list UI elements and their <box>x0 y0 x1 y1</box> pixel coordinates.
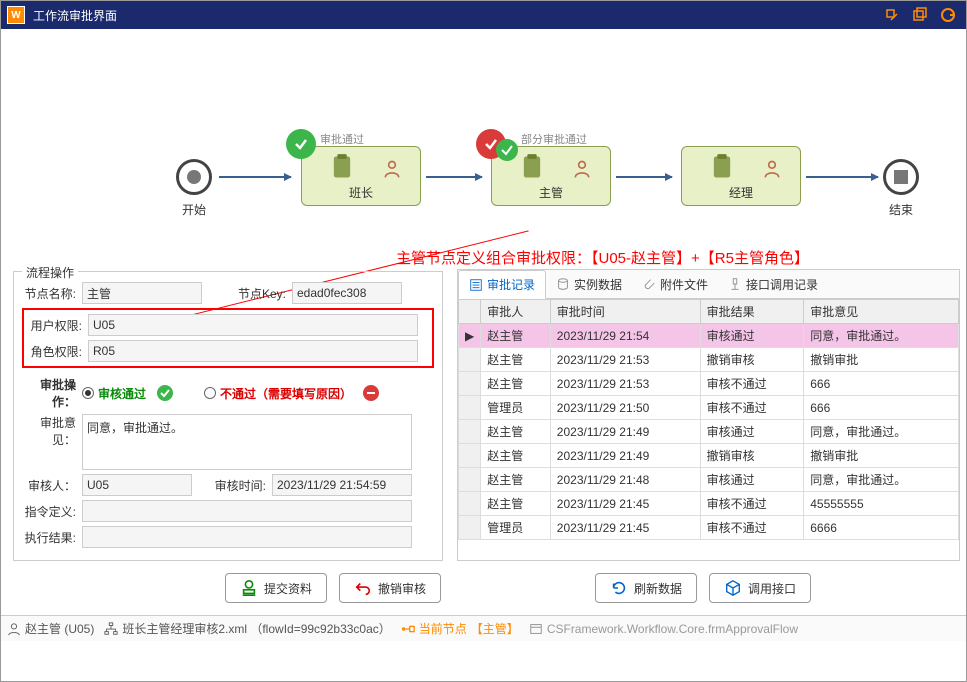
task-node-2[interactable]: 经理 <box>681 146 801 206</box>
label: 用户权限: <box>28 317 88 334</box>
label: 节点Key: <box>202 285 292 302</box>
invoke-button[interactable]: 调用接口 <box>709 573 811 603</box>
table-row[interactable]: 管理员2023/11/29 21:45审核不通过6666 <box>459 516 959 540</box>
panel-legend: 流程操作 <box>22 264 78 281</box>
button-bar: 提交资料 撤销审核 刷新数据 调用接口 <box>1 561 966 615</box>
cube-icon <box>724 579 742 597</box>
arrow-icon <box>806 176 878 178</box>
annotation-text: 主管节点定义组合审批权限：【U05-赵主管】+【R5主管角色】 <box>396 247 809 268</box>
exec-result-field[interactable] <box>82 526 412 548</box>
table-row[interactable]: 赵主管2023/11/29 21:49审核通过同意，审批通过。 <box>459 420 959 444</box>
stop-icon <box>362 384 380 402</box>
person-icon <box>572 157 592 181</box>
label: 审核时间: <box>192 477 272 494</box>
highlight-box: 用户权限: U05 角色权限: R05 <box>22 308 434 368</box>
label: 角色权限: <box>28 343 88 360</box>
role-perm-field[interactable]: R05 <box>88 340 418 362</box>
arrow-icon <box>616 176 672 178</box>
arrow-icon <box>426 176 482 178</box>
tab-instance-data[interactable]: 实例数据 <box>546 270 632 298</box>
approval-grid[interactable]: 审批人 审批时间 审批结果 审批意见 ▶赵主管2023/11/29 21:54审… <box>458 299 959 560</box>
tab-api-log[interactable]: 接口调用记录 <box>718 270 828 298</box>
label: 节点名称: <box>22 285 82 302</box>
task-label: 班长 <box>349 184 373 201</box>
label: 指令定义: <box>22 503 82 520</box>
app-logo: W <box>7 6 25 24</box>
api-icon <box>728 277 742 291</box>
node-key-field[interactable]: edad0fec308 <box>292 282 402 304</box>
clipboard-icon <box>708 153 736 181</box>
status-user: 赵主管 (U05) <box>7 620 94 637</box>
auditor-field[interactable]: U05 <box>82 474 192 496</box>
check-badge-icon <box>496 139 518 161</box>
operation-panel: 流程操作 节点名称: 主管 节点Key: edad0fec308 用户权限: U… <box>13 271 443 561</box>
attach-icon <box>642 277 656 291</box>
tabs: 审批记录 实例数据 附件文件 接口调用记录 <box>458 270 959 299</box>
person-icon <box>382 157 402 181</box>
window-title: 工作流审批界面 <box>33 7 876 24</box>
status-file: 班长主管经理审核2.xml （flowId=99c92b33c0ac） <box>104 620 390 637</box>
table-row[interactable]: 赵主管2023/11/29 21:53审核不通过666 <box>459 372 959 396</box>
cmd-def-field[interactable] <box>82 500 412 522</box>
col-header[interactable]: 审批结果 <box>700 300 804 324</box>
label: 执行结果: <box>22 529 82 546</box>
minimize-icon[interactable] <box>880 5 904 25</box>
audit-time-field[interactable]: 2023/11/29 21:54:59 <box>272 474 412 496</box>
end-label: 结束 <box>889 201 913 218</box>
badge-label: 部分审批通过 <box>521 131 587 147</box>
refresh-button[interactable]: 刷新数据 <box>595 573 697 603</box>
label: 审核人： <box>22 477 82 494</box>
submit-button[interactable]: 提交资料 <box>225 573 327 603</box>
clipboard-icon <box>518 153 546 181</box>
table-row[interactable]: 赵主管2023/11/29 21:45审核不通过45555555 <box>459 492 959 516</box>
start-node: 开始 <box>176 159 212 218</box>
badge-label: 审批通过 <box>320 131 364 147</box>
stamp-icon <box>240 579 258 597</box>
list-icon <box>469 278 483 292</box>
col-header[interactable]: 审批意见 <box>804 300 959 324</box>
task-label: 经理 <box>729 184 753 201</box>
radio-pass[interactable]: 审核通过 <box>82 385 146 402</box>
tree-icon <box>104 622 118 636</box>
maximize-icon[interactable] <box>908 5 932 25</box>
right-panel: 审批记录 实例数据 附件文件 接口调用记录 审批人 审批时间 审批结果 审批意见… <box>457 269 960 561</box>
label: 审批意见： <box>22 414 82 448</box>
opinion-textarea[interactable] <box>82 414 412 470</box>
arrow-icon <box>219 176 291 178</box>
task-node-0[interactable]: 班长 <box>301 146 421 206</box>
node-icon <box>401 622 415 636</box>
refresh-icon <box>610 579 628 597</box>
table-row[interactable]: 赵主管2023/11/29 21:48审核通过同意，审批通过。 <box>459 468 959 492</box>
check-icon <box>156 384 174 402</box>
clipboard-icon <box>328 153 356 181</box>
status-current-node: 当前节点【主管】 <box>401 620 519 637</box>
label: 审批操作： <box>22 376 82 410</box>
table-row[interactable]: 管理员2023/11/29 21:50审核不通过666 <box>459 396 959 420</box>
table-row[interactable]: 赵主管2023/11/29 21:53撤销审核撤销审批 <box>459 348 959 372</box>
start-label: 开始 <box>182 201 206 218</box>
table-row[interactable]: ▶赵主管2023/11/29 21:54审核通过同意，审批通过。 <box>459 324 959 348</box>
check-badge-icon <box>286 129 316 159</box>
node-name-field[interactable]: 主管 <box>82 282 202 304</box>
revoke-button[interactable]: 撤销审核 <box>339 573 441 603</box>
col-header[interactable]: 审批时间 <box>550 300 700 324</box>
data-icon <box>556 277 570 291</box>
tab-attachments[interactable]: 附件文件 <box>632 270 718 298</box>
flow-canvas: 开始 班长 审批通过 主管 部分审批通过 经理 结束 主管节点定义组合审批权限：… <box>1 29 966 269</box>
close-icon[interactable] <box>936 5 960 25</box>
titlebar: W 工作流审批界面 <box>1 1 966 29</box>
window-icon <box>529 622 543 636</box>
user-perm-field[interactable]: U05 <box>88 314 418 336</box>
tab-approval-log[interactable]: 审批记录 <box>458 270 546 299</box>
user-icon <box>7 622 21 636</box>
undo-icon <box>354 579 372 597</box>
end-node: 结束 <box>883 159 919 218</box>
status-class: CSFramework.Workflow.Core.frmApprovalFlo… <box>529 622 798 636</box>
statusbar: 赵主管 (U05) 班长主管经理审核2.xml （flowId=99c92b33… <box>1 615 966 641</box>
task-label: 主管 <box>539 184 563 201</box>
person-icon <box>762 157 782 181</box>
col-header[interactable]: 审批人 <box>481 300 551 324</box>
table-row[interactable]: 赵主管2023/11/29 21:49撤销审核撤销审批 <box>459 444 959 468</box>
radio-fail[interactable]: 不通过（需要填写原因） <box>204 385 352 402</box>
